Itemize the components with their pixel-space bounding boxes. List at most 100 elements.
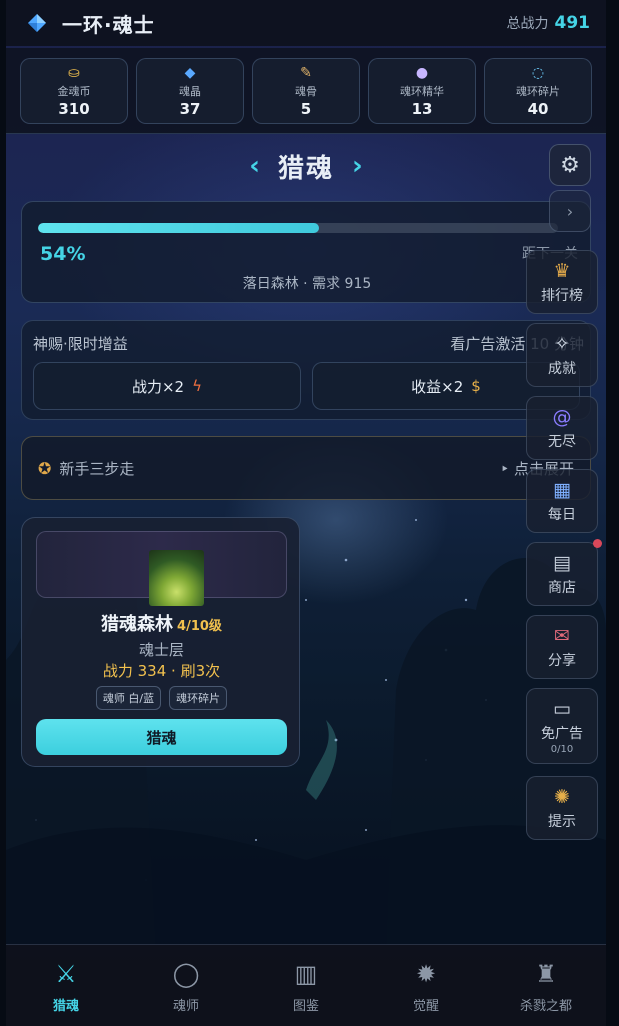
diamond-logo-icon [28, 14, 46, 32]
resource-bar: ⛀ 金魂币 310 ◆ 魂晶 37 ✎ 魂骨 5 ● 魂环精华 13 ◌ 魂环碎… [6, 48, 606, 134]
buff-title: 神赐·限时增益 [33, 335, 128, 353]
hunt-header: ‹ 猎魂 › [6, 145, 606, 187]
achievement-button[interactable]: ✧ 成就 [526, 323, 598, 387]
crossed-swords-icon: ⚔ [55, 960, 77, 988]
nav-hunt[interactable]: ⚔ 猎魂 [6, 945, 126, 1026]
awaken-icon: ✹ [415, 960, 437, 988]
resource-ring-fragment: ◌ 魂环碎片 40 [484, 58, 592, 124]
share-button[interactable]: ✉ 分享 [526, 615, 598, 679]
side-menu-label: 无尽 [548, 434, 576, 450]
ring-fragment-icon: ◌ [531, 65, 545, 81]
chevron-right-icon: › [566, 201, 574, 221]
power-double-label: 战力×2 [131, 377, 185, 396]
daily-button[interactable]: ▦ 每日 [526, 469, 598, 533]
side-menu-label: 每日 [548, 507, 576, 523]
progress-bar [38, 223, 558, 233]
resource-name: 魂环精华 [400, 85, 444, 98]
compass-icon: ✪ [38, 458, 52, 478]
side-menu-label: 成就 [548, 361, 576, 377]
resource-value: 310 [58, 100, 90, 118]
shop-icon: ▤ [553, 552, 571, 574]
total-power-label: 总战力 [506, 16, 549, 32]
hint-button[interactable]: ✺ 提示 [526, 776, 598, 840]
map-tier: 魂士层 [138, 641, 184, 659]
next-area-arrow[interactable]: › [352, 151, 363, 181]
nav-label: 杀戮之都 [519, 999, 572, 1014]
calendar-icon: ▦ [553, 479, 571, 501]
resource-soul-crystal: ◆ 魂晶 37 [136, 58, 244, 124]
power-double-button[interactable]: 战力×2 ϟ [33, 362, 301, 410]
map-banner [36, 531, 287, 606]
total-power-value: 491 [554, 13, 591, 33]
nav-codex[interactable]: ▥ 图鉴 [246, 945, 366, 1026]
no-ads-button[interactable]: ▭ 免广告 0/10 [526, 688, 598, 764]
trophy-icon: ♛ [553, 260, 571, 282]
nav-label: 觉醒 [412, 999, 439, 1014]
essence-drop-icon: ● [415, 65, 429, 81]
ring-icon: ◯ [172, 960, 200, 988]
hunting-map-card: 猎魂森林 4/10级 魂士层 战力 334 · 刷3次 魂师 白/蓝 魂环碎片 猎… [21, 517, 300, 767]
share-icon: ✉ [554, 625, 570, 647]
map-power: 战力 334 · 刷3次 [102, 662, 221, 680]
no-ads-count: 0/10 [550, 744, 574, 755]
top-header: 一环·魂士 总战力 491 [6, 0, 606, 46]
resource-name: 魂晶 [179, 85, 201, 98]
side-menu-label: 分享 [548, 653, 576, 669]
map-name: 猎魂森林 [101, 614, 174, 635]
side-menu-label: 提示 [548, 814, 576, 830]
resource-name: 魂环碎片 [516, 85, 560, 98]
lightning-icon: ϟ [192, 377, 203, 395]
nav-slaughter-city[interactable]: ♜ 杀戮之都 [486, 945, 606, 1026]
nav-label: 猎魂 [52, 999, 79, 1014]
total-power: 总战力 491 [507, 13, 591, 33]
prev-area-arrow[interactable]: ‹ [249, 151, 260, 181]
nav-soul-master[interactable]: ◯ 魂师 [126, 945, 246, 1026]
map-title: 猎魂森林 4/10级 [22, 610, 301, 636]
resource-value: 5 [300, 100, 312, 118]
limited-buff-card: 神赐·限时增益 看广告激活 10 分钟 战力×2 ϟ 收益×2 $ [21, 320, 591, 420]
drop-tag: 魂师 白/蓝 [95, 686, 162, 710]
hunt-button[interactable]: 猎魂 [36, 719, 287, 755]
resource-gold-coin: ⛀ 金魂币 310 [20, 58, 128, 124]
stage-requirement: 落日森林 · 需求 915 [242, 276, 372, 292]
side-menu-label: 免广告 [541, 726, 583, 742]
settings-button[interactable]: ⚙ [549, 144, 591, 186]
gold-coin-icon: ⛀ [68, 65, 80, 81]
shop-button[interactable]: ▤ 商店 [526, 539, 602, 606]
resource-name: 金魂币 [57, 85, 91, 98]
stage-progress-card: 54% 距下一关 落日森林 · 需求 915 [21, 201, 591, 303]
rank-title: 一环·魂士 [62, 12, 155, 37]
hunt-title: 猎魂 [277, 153, 334, 184]
soul-bone-icon: ✎ [300, 65, 312, 81]
soul-crystal-icon: ◆ [184, 65, 196, 81]
income-double-label: 收益×2 [411, 377, 464, 396]
game-screen: 一环·魂士 总战力 491 ⛀ 金魂币 310 ◆ 魂晶 37 ✎ 魂骨 5 ●… [6, 0, 606, 1026]
tv-icon: ▭ [553, 698, 571, 720]
gear-icon: ⚙ [560, 152, 580, 178]
nav-label: 图鉴 [292, 999, 319, 1014]
progress-bar-fill [38, 223, 319, 233]
side-menu-toggle[interactable]: › [549, 190, 591, 232]
nav-awaken[interactable]: ✹ 觉醒 [366, 945, 486, 1026]
guide-label: 新手三步走 [59, 459, 135, 478]
drop-tags: 魂师 白/蓝 魂环碎片 [22, 686, 301, 710]
newbie-guide-bar[interactable]: ✪ 新手三步走 ‣ 点击展开 [21, 436, 591, 500]
endless-button[interactable]: @ 无尽 [526, 396, 598, 460]
drop-tag: 魂环碎片 [169, 686, 228, 710]
lightbulb-icon: ✺ [554, 786, 570, 808]
medal-icon: ✧ [554, 333, 570, 355]
resource-value: 13 [411, 100, 433, 118]
book-icon: ▥ [294, 960, 318, 988]
nav-label: 魂师 [172, 999, 199, 1014]
progress-percent: 54% [40, 243, 86, 265]
resource-value: 37 [179, 100, 201, 118]
resource-ring-essence: ● 魂环精华 13 [368, 58, 476, 124]
notification-dot [593, 539, 602, 548]
resource-soul-bone: ✎ 魂骨 5 [252, 58, 360, 124]
map-level: 4/10级 [177, 619, 222, 634]
money-bag-icon: $ [471, 377, 481, 395]
tower-icon: ♜ [535, 960, 557, 988]
side-menu-label: 商店 [548, 580, 576, 596]
resource-name: 魂骨 [295, 85, 317, 98]
leaderboard-button[interactable]: ♛ 排行榜 [526, 250, 598, 314]
